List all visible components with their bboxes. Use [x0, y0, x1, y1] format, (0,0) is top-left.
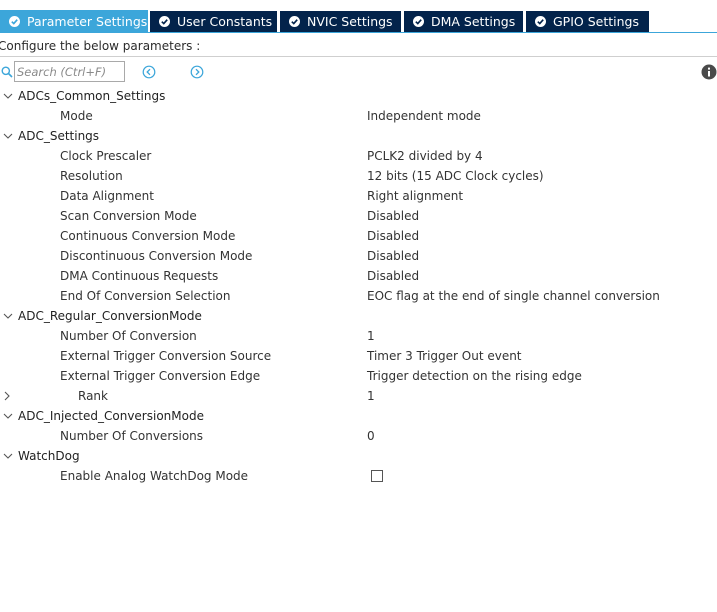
parameter-value[interactable]: EOC flag at the end of single channel co… [367, 289, 660, 303]
group-label: ADC_Settings [18, 129, 100, 143]
parameter-value[interactable]: 12 bits (15 ADC Clock cycles) [367, 169, 544, 183]
parameter-value[interactable]: Right alignment [367, 189, 463, 203]
search-icon [1, 66, 13, 78]
tab-dma-settings[interactable]: DMA Settings [404, 11, 523, 32]
tab-parameter-settings[interactable]: Parameter Settings [0, 10, 148, 32]
check-circle-icon [535, 16, 546, 27]
parameter-value[interactable]: Independent mode [367, 109, 481, 123]
tab-underline [0, 32, 717, 33]
parameter-row: Clock Prescaler PCLK2 divided by 4 [0, 146, 717, 166]
parameter-label: Resolution [60, 169, 123, 183]
parameter-label: Mode [60, 109, 93, 123]
tab-label: Parameter Settings [27, 13, 148, 29]
parameter-label: Clock Prescaler [60, 149, 152, 163]
parameter-row: Data Alignment Right alignment [0, 186, 717, 206]
parameter-label: DMA Continuous Requests [60, 269, 219, 283]
parameter-label: Number Of Conversions [60, 429, 204, 443]
tab-label: DMA Settings [431, 14, 516, 29]
parameter-label: External Trigger Conversion Edge [60, 369, 261, 383]
tab-nvic-settings[interactable]: NVIC Settings [280, 11, 401, 32]
parameter-value[interactable]: Disabled [367, 209, 419, 223]
tab-label: User Constants [177, 14, 273, 29]
parameter-label: Enable Analog WatchDog Mode [60, 469, 249, 483]
parameter-row: Scan Conversion Mode Disabled [0, 206, 717, 226]
parameter-row: External Trigger Conversion Source Timer… [0, 346, 717, 366]
tab-bar: Parameter Settings User Constants NVIC S… [0, 0, 717, 33]
parameter-value[interactable]: Timer 3 Trigger Out event [367, 349, 522, 363]
divider [0, 56, 717, 57]
parameter-row: Number Of Conversion 1 [0, 326, 717, 346]
tab-gpio-settings[interactable]: GPIO Settings [526, 11, 649, 32]
parameter-row: End Of Conversion Selection EOC flag at … [0, 286, 717, 306]
chevron-down-icon[interactable] [3, 91, 13, 101]
group-label: ADCs_Common_Settings [18, 89, 166, 103]
check-circle-icon [413, 16, 424, 27]
chevron-down-icon[interactable] [3, 131, 13, 141]
parameter-value[interactable]: 1 [367, 389, 375, 403]
parameter-label: Rank [78, 389, 108, 403]
group-row[interactable]: ADC_Injected_ConversionMode [0, 406, 717, 426]
parameter-value[interactable]: 0 [367, 429, 375, 443]
next-match-icon[interactable] [190, 65, 204, 79]
parameter-label: Discontinuous Conversion Mode [60, 249, 253, 263]
previous-match-icon[interactable] [142, 65, 156, 79]
info-icon[interactable] [701, 64, 717, 80]
chevron-down-icon[interactable] [3, 311, 13, 321]
group-label: WatchDog [18, 449, 80, 463]
search-input[interactable] [14, 61, 125, 82]
parameter-value[interactable]: Disabled [367, 229, 419, 243]
parameter-label: External Trigger Conversion Source [60, 349, 272, 363]
tab-user-constants[interactable]: User Constants [150, 11, 277, 32]
parameter-row: External Trigger Conversion Edge Trigger… [0, 366, 717, 386]
check-circle-icon [289, 16, 300, 27]
group-row[interactable]: WatchDog [0, 446, 717, 466]
configure-label: Configure the below parameters : [0, 39, 201, 53]
parameter-row: Discontinuous Conversion Mode Disabled [0, 246, 717, 266]
parameter-value[interactable]: PCLK2 divided by 4 [367, 149, 483, 163]
tab-label: GPIO Settings [553, 14, 639, 29]
parameter-label: Number Of Conversion [60, 329, 197, 343]
parameter-row: Mode Independent mode [0, 106, 717, 126]
parameter-row: Number Of Conversions 0 [0, 426, 717, 446]
analog-watchdog-checkbox[interactable] [371, 470, 383, 482]
parameter-value[interactable]: Disabled [367, 249, 419, 263]
parameter-row: DMA Continuous Requests Disabled [0, 266, 717, 286]
parameter-label: End Of Conversion Selection [60, 289, 231, 303]
chevron-right-icon[interactable] [2, 391, 12, 401]
parameter-tree: ADCs_Common_Settings Mode Independent mo… [0, 86, 717, 486]
tab-label: NVIC Settings [307, 14, 393, 29]
group-row[interactable]: ADC_Regular_ConversionMode [0, 306, 717, 326]
parameter-value[interactable]: 1 [367, 329, 375, 343]
rank-row[interactable]: Rank 1 [0, 386, 717, 406]
parameter-label: Scan Conversion Mode [60, 209, 197, 223]
check-circle-icon [9, 15, 20, 27]
group-label: ADC_Injected_ConversionMode [18, 409, 204, 423]
parameter-value[interactable]: Trigger detection on the rising edge [367, 369, 582, 383]
parameter-label: Data Alignment [60, 189, 154, 203]
chevron-down-icon[interactable] [3, 451, 13, 461]
parameter-label: Continuous Conversion Mode [60, 229, 236, 243]
parameter-row: Resolution 12 bits (15 ADC Clock cycles) [0, 166, 717, 186]
group-label: ADC_Regular_ConversionMode [18, 309, 202, 323]
check-circle-icon [159, 16, 170, 27]
group-row[interactable]: ADCs_Common_Settings [0, 86, 717, 106]
chevron-down-icon[interactable] [3, 411, 13, 421]
parameter-row: Enable Analog WatchDog Mode [0, 466, 717, 486]
group-row[interactable]: ADC_Settings [0, 126, 717, 146]
parameter-row: Continuous Conversion Mode Disabled [0, 226, 717, 246]
parameter-value[interactable]: Disabled [367, 269, 419, 283]
